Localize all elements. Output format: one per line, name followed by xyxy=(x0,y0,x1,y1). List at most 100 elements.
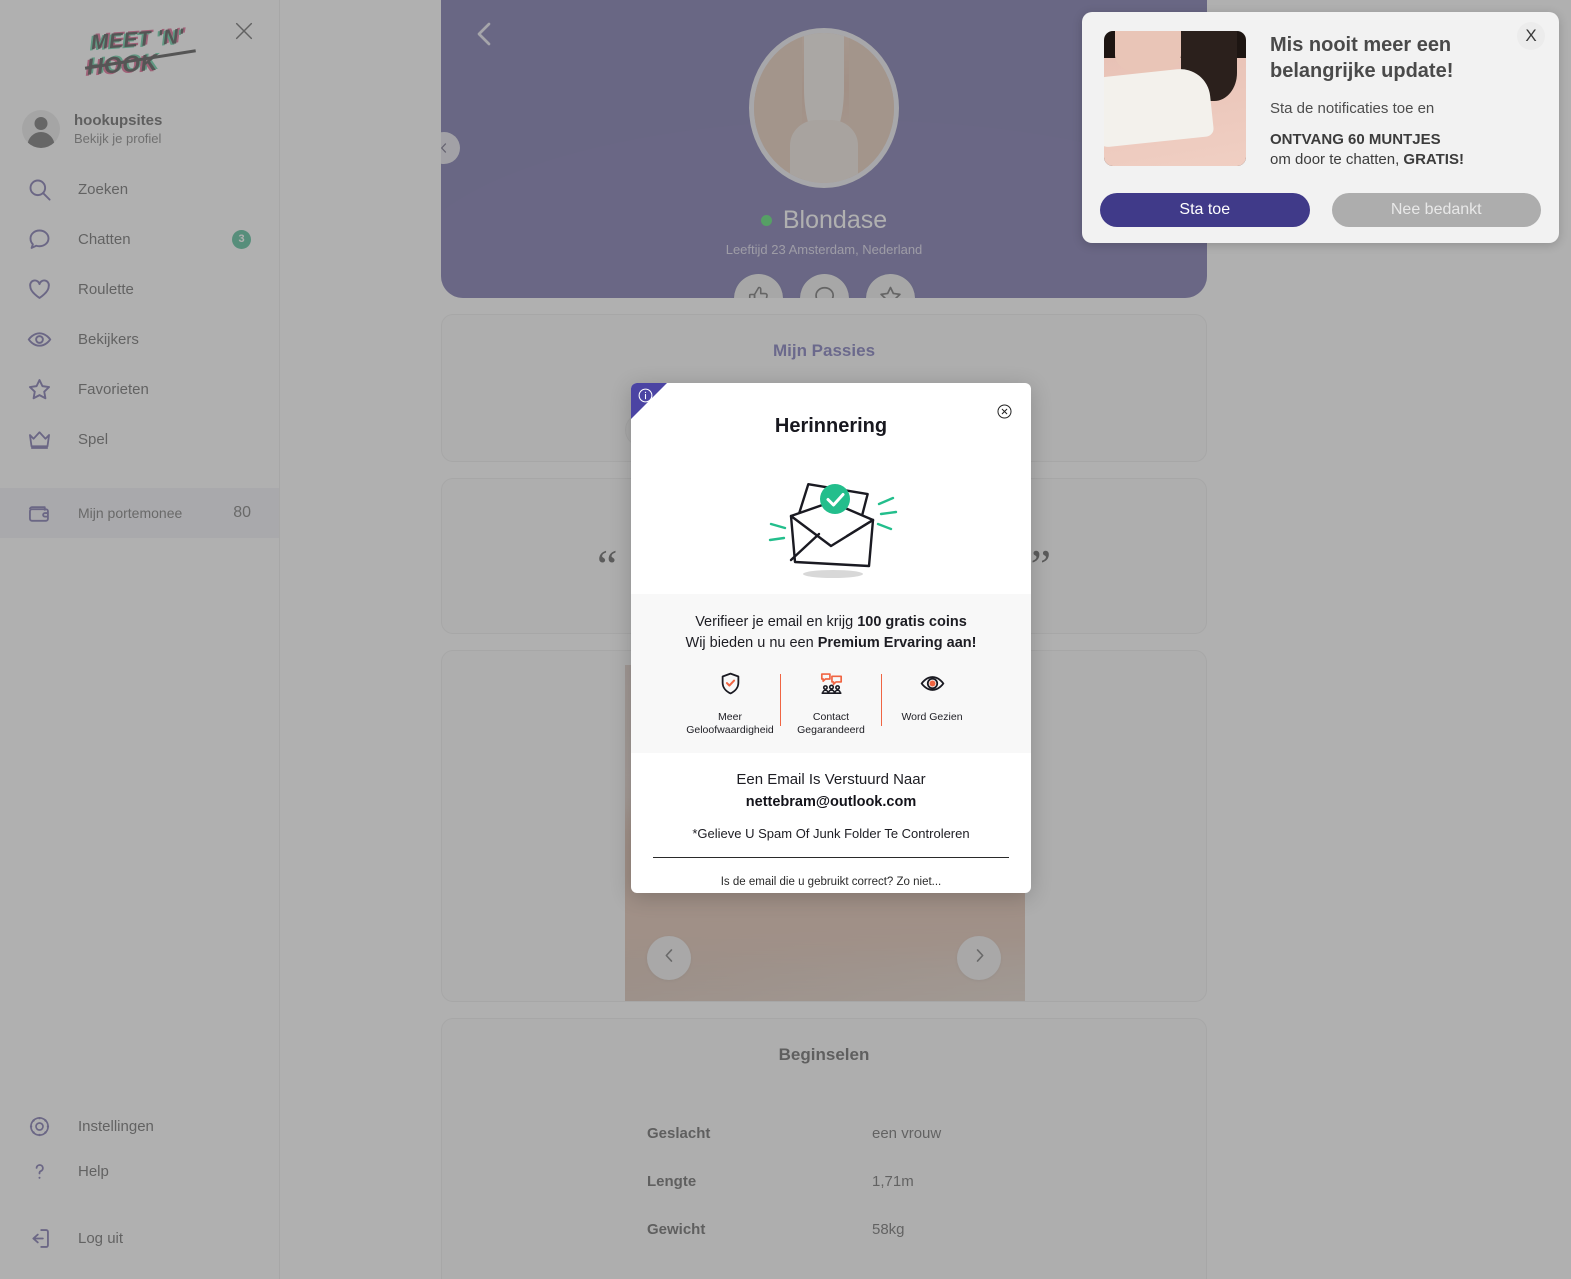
gallery-next-button[interactable] xyxy=(957,936,1001,980)
sidebar-profile[interactable]: hookupsites Bekijk je profiel xyxy=(0,96,279,164)
avatar xyxy=(22,110,60,148)
sidebar-item-zoeken[interactable]: Zoeken xyxy=(0,164,279,214)
sidebar-close-icon[interactable] xyxy=(229,16,259,46)
sidebar-item-help[interactable]: Help xyxy=(0,1149,279,1194)
email-sent-label: Een Email Is Verstuurd Naar xyxy=(736,771,926,789)
notification-subtitle: Sta de notificaties toe en xyxy=(1270,100,1435,118)
modal-email-section: Een Email Is Verstuurd Naar nettebram@ou… xyxy=(631,753,1031,893)
question-icon xyxy=(24,1157,54,1187)
sidebar-item-roulette[interactable]: Roulette xyxy=(0,264,279,314)
sidebar-item-chatten[interactable]: Chatten 3 xyxy=(0,214,279,264)
sidebar-item-label: Log uit xyxy=(78,1230,124,1247)
contact-icon xyxy=(818,670,845,702)
star-icon xyxy=(24,374,54,404)
modal-offer-line-2: Wij bieden u nu een Premium Ervaring aan… xyxy=(631,633,1031,654)
email-correct-question: Is de email die u gebruikt correct? Zo n… xyxy=(720,876,942,889)
sidebar-item-mijn-portemonee[interactable]: Mijn portemonee 80 xyxy=(0,488,279,538)
chat-bubble-icon xyxy=(811,283,838,298)
sidebar-item-spel[interactable]: Spel xyxy=(0,414,279,464)
modal-offer-line-1: Verifieer je email en krijg 100 gratis c… xyxy=(631,612,1031,633)
sidebar-item-label: Instellingen xyxy=(78,1118,154,1135)
heart-icon xyxy=(24,274,54,304)
info-icon xyxy=(637,387,654,409)
wallet-balance: 80 xyxy=(233,504,251,521)
notification-title: Mis nooit meer een belangrijke update! xyxy=(1270,34,1454,82)
gallery-prev-button[interactable] xyxy=(647,936,691,980)
profile-photo[interactable] xyxy=(749,28,899,188)
sidebar-item-label: Mijn portemonee xyxy=(78,505,183,521)
notification-coins-strong: ONTVANG 60 MUNTJES xyxy=(1270,131,1441,149)
favorite-button[interactable] xyxy=(865,274,915,298)
sidebar-nav: Zoeken Chatten 3 Roulette Bekijkers Favo… xyxy=(0,164,279,538)
sidebar-item-label: Spel xyxy=(78,430,109,448)
close-icon[interactable]: X xyxy=(1517,22,1545,50)
deny-notifications-button[interactable]: Nee bedankt xyxy=(1331,193,1541,227)
close-circle-icon[interactable] xyxy=(996,403,1013,420)
feature-label: Contact Gegarandeerd xyxy=(797,711,865,737)
notification-thumbnail xyxy=(1104,31,1246,166)
search-icon xyxy=(24,174,54,204)
gear-icon xyxy=(24,1112,54,1142)
wallet-icon xyxy=(24,498,54,528)
online-status-indicator xyxy=(760,215,772,226)
offer-line2-bold: Premium Ervaring aan! xyxy=(817,635,977,652)
feature-label: Meer Geloofwaardigheid xyxy=(686,711,774,737)
feature-label-line2: Gegarandeerd xyxy=(797,724,865,737)
sidebar-item-bekijkers[interactable]: Bekijkers xyxy=(0,314,279,364)
table-row: Gewicht 58kg xyxy=(442,1205,1206,1253)
basics-key: Geslacht xyxy=(647,1124,711,1142)
sidebar-bottom-nav: Instellingen Help Log uit xyxy=(0,1104,279,1261)
chat-badge: 3 xyxy=(232,229,251,249)
basics-card: Beginselen Geslacht een vrouw Lengte 1,7… xyxy=(441,1018,1207,1279)
basics-title: Beginselen xyxy=(778,1045,870,1064)
divider xyxy=(653,857,1009,859)
sidebar: MEET 'N' HOOK hookupsites Bekijk je prof… xyxy=(0,0,280,1279)
email-address: nettebram@outlook.com xyxy=(745,794,917,811)
basics-value: een vrouw xyxy=(872,1124,942,1142)
table-row: Lengte 1,71m xyxy=(442,1157,1206,1205)
quote-open-mark: “ xyxy=(597,540,618,591)
spam-folder-note: *Gelieve U Spam Of Junk Folder Te Contro… xyxy=(692,826,970,842)
message-button[interactable] xyxy=(799,274,849,298)
sidebar-item-favorieten[interactable]: Favorieten xyxy=(0,364,279,414)
page-title: Blondase xyxy=(782,206,888,234)
feature-label-line1: Meer xyxy=(718,711,742,724)
envelope-check-icon xyxy=(631,444,1031,594)
sidebar-item-label: Favorieten xyxy=(78,380,149,398)
sidebar-item-log-uit[interactable]: Log uit xyxy=(0,1216,279,1261)
notification-coins-free: GRATIS! xyxy=(1403,150,1464,168)
eye-target-icon xyxy=(919,670,946,702)
table-row: Geslacht een vrouw xyxy=(442,1109,1206,1157)
offer-line1-bold: 100 gratis coins xyxy=(857,614,967,630)
allow-notifications-button[interactable]: Sta toe xyxy=(1100,193,1310,227)
modal-features: Meer Geloofwaardigheid Contact Gegarande… xyxy=(631,670,1031,737)
notification-permission-banner: X Mis nooit meer een belangrijke update!… xyxy=(1082,12,1559,243)
sidebar-item-instellingen[interactable]: Instellingen xyxy=(0,1104,279,1149)
logout-icon xyxy=(24,1224,54,1254)
prev-profile-button[interactable] xyxy=(441,132,460,164)
thumbs-up-icon xyxy=(745,283,772,298)
sidebar-item-label: Roulette xyxy=(78,280,134,298)
chat-icon xyxy=(24,224,54,254)
chevron-left-icon xyxy=(660,946,679,970)
eye-icon xyxy=(24,324,54,354)
sidebar-item-label: Chatten xyxy=(78,230,131,248)
profile-username: hookupsites xyxy=(74,112,163,129)
quote-close-mark: ” xyxy=(1030,540,1051,591)
basics-value: 58kg xyxy=(872,1220,905,1238)
feature-visibility: Word Gezien xyxy=(882,670,982,724)
shield-check-icon xyxy=(717,670,744,702)
sidebar-item-label: Help xyxy=(78,1163,109,1180)
modal-title: Herinnering xyxy=(774,415,888,437)
chevron-right-icon xyxy=(970,946,989,970)
profile-view-link[interactable]: Bekijk je profiel xyxy=(74,131,162,146)
passions-title: Mijn Passies xyxy=(772,341,876,360)
email-verification-modal: Herinnering Verifieer je email en krijg … xyxy=(631,383,1031,893)
modal-offer-section: Verifieer je email en krijg 100 gratis c… xyxy=(631,594,1031,754)
offer-line1-pre: Verifieer je email en krijg xyxy=(695,614,858,630)
back-button[interactable] xyxy=(469,18,501,50)
app-logo[interactable]: MEET 'N' HOOK xyxy=(0,0,279,96)
like-button[interactable] xyxy=(733,274,783,298)
star-icon xyxy=(877,283,904,298)
notification-coins-rest: om door te chatten, xyxy=(1270,150,1404,168)
